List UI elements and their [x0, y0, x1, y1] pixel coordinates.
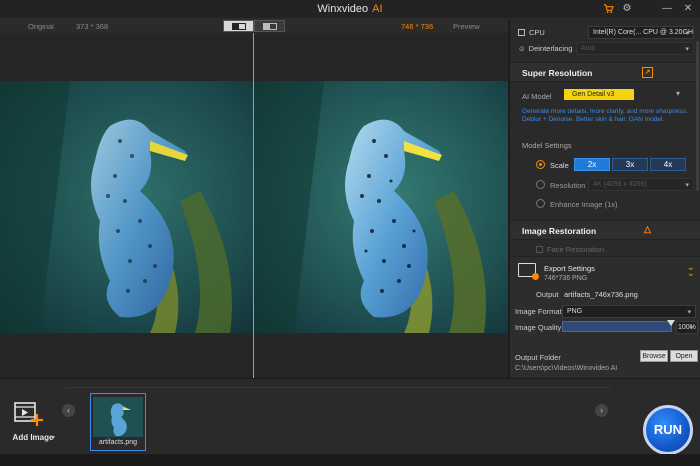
scroll-left-button[interactable]: ‹: [62, 404, 75, 417]
side-by-side-button[interactable]: [254, 20, 285, 32]
run-button[interactable]: RUN: [643, 405, 693, 455]
scale-2x-button[interactable]: 2x: [574, 158, 610, 171]
add-image-button[interactable]: Add Image ▾: [8, 401, 55, 445]
ai-model-select[interactable]: Gen Detail v3: [564, 89, 634, 100]
app-name-ai: AI: [372, 3, 383, 15]
view-mode-toggle: [223, 20, 285, 32]
deinterlacing-select[interactable]: Auto: [576, 42, 694, 55]
image-quality-value[interactable]: 100%: [676, 321, 698, 334]
split-view-button[interactable]: [223, 20, 254, 32]
minimize-icon[interactable]: —: [661, 3, 673, 15]
output-folder-path: C:\Users\pc\Videos\Winxvideo AI: [515, 365, 618, 372]
panel-scrollbar[interactable]: [696, 41, 699, 191]
thumbnail-image: [93, 397, 143, 437]
side-by-side-icon: [262, 23, 277, 30]
image-restoration-title: Image Restoration: [522, 226, 597, 236]
ai-model-dropdown-icon[interactable]: ▾: [676, 89, 680, 98]
export-settings: Export Settings 746*736 PNG ⌄ ⌄ Output ar…: [510, 256, 700, 378]
enhance-radio[interactable]: [536, 199, 545, 208]
app-title: Winxvideo AI: [0, 3, 700, 15]
settings-panel: CPU Intel(R) Core(... CPU @ 3.20GH ☺Dein…: [509, 19, 700, 378]
output-size: 746 * 736: [401, 22, 434, 31]
face-restoration-row[interactable]: Face Restoration: [536, 245, 604, 254]
image-quality-slider[interactable]: [562, 320, 675, 332]
resolution-radio[interactable]: [536, 180, 545, 189]
compare-header: Original 373 * 368 746 * 736 Preview: [0, 19, 508, 33]
split-view-icon: [231, 23, 246, 30]
device-select[interactable]: Intel(R) Core(... CPU @ 3.20GH: [588, 26, 694, 39]
title-bar: Winxvideo AI ⚙ — ✕: [0, 0, 700, 19]
scale-label: Scale: [550, 161, 569, 170]
quality-slider-handle[interactable]: [667, 320, 675, 326]
add-image-icon: [14, 402, 43, 426]
thumbnail-item[interactable]: artifacts.png: [90, 393, 146, 451]
deinterlacing-label: Deinterlacing: [528, 44, 573, 53]
app-name: Winxvideo: [317, 3, 369, 15]
scroll-right-button[interactable]: ›: [595, 404, 608, 417]
face-restoration-checkbox[interactable]: [536, 246, 543, 253]
scale-radio[interactable]: [536, 160, 545, 169]
resolution-label: Resolution: [550, 181, 586, 190]
export-settings-icon: [518, 263, 539, 280]
collapse-icon[interactable]: ↗: [642, 67, 653, 78]
compare-divider[interactable]: [253, 33, 254, 378]
super-resolution-title: Super Resolution: [522, 68, 593, 78]
enhanced-image: [254, 81, 508, 333]
bottom-strip: Add Image ▾ ‹ artifacts.png › RUN: [0, 378, 700, 466]
gear-icon[interactable]: ⚙: [621, 3, 633, 15]
export-summary: 746*736 PNG: [544, 275, 588, 282]
deinterlacing-row: ☺ Deinterlacing: [518, 44, 572, 53]
browse-button[interactable]: Browse: [640, 350, 668, 362]
cart-icon[interactable]: [602, 3, 614, 15]
scale-3x-button[interactable]: 3x: [612, 158, 648, 171]
model-settings-label: Model Settings: [522, 141, 572, 150]
add-image-label: Add Image: [12, 433, 54, 442]
add-image-dropdown-icon[interactable]: ▾: [52, 434, 55, 441]
ai-model-label: AI Model: [522, 92, 552, 101]
open-button[interactable]: Open: [670, 350, 698, 362]
super-resolution-header[interactable]: Super Resolution ↗: [510, 62, 700, 82]
image-format-label: Image Format: [515, 307, 562, 316]
status-bar: [0, 454, 700, 466]
image-format-select[interactable]: PNG: [562, 305, 696, 318]
thumbnail-filename: artifacts.png: [98, 439, 138, 446]
cpu-chip-icon: [518, 29, 525, 36]
close-icon[interactable]: ✕: [682, 3, 694, 15]
face-restoration-label: Face Restoration: [547, 245, 605, 254]
device-label: CPU: [529, 28, 545, 37]
scale-4x-button[interactable]: 4x: [650, 158, 686, 171]
enhance-label: Enhance Image (1x): [550, 200, 618, 209]
image-restoration-header[interactable]: Image Restoration △: [510, 220, 700, 240]
original-label: Original: [28, 22, 54, 31]
preview-label: Preview: [453, 22, 480, 31]
output-filename[interactable]: artifacts_746x736.png: [564, 290, 638, 299]
preview-area[interactable]: [0, 33, 508, 378]
image-quality-label: Image Quality: [515, 323, 562, 332]
original-size: 373 * 368: [76, 22, 109, 31]
output-label: Output: [536, 290, 559, 299]
ai-model-description: Generate more details, more clarity, and…: [522, 108, 688, 123]
restoration-icon[interactable]: △: [642, 225, 653, 236]
resolution-select[interactable]: 4K (4096 x 4096): [588, 178, 694, 191]
device-row: CPU: [518, 28, 545, 37]
export-settings-title: Export Settings: [544, 264, 595, 273]
person-icon: ☺: [518, 44, 526, 53]
original-image: [0, 81, 254, 333]
output-folder-label: Output Folder: [515, 353, 561, 362]
expand-chevron-icon[interactable]: ⌄ ⌄: [687, 263, 695, 279]
